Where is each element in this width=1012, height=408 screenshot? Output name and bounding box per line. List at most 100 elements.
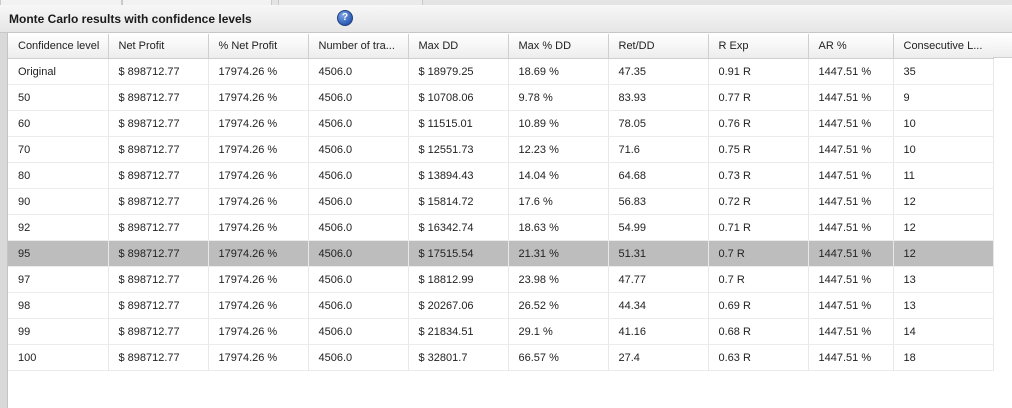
cell-ret-dd: 71.6 [608, 136, 709, 163]
cell-consecutive-losses: 10 [893, 136, 994, 163]
column-header-ar-percent[interactable]: AR % [808, 34, 894, 59]
cell-ar-percent: 1447.51 % [808, 188, 894, 215]
cell-net-profit: $ 898712.77 [108, 292, 209, 319]
cell-confidence-level: 60 [8, 110, 109, 137]
cell-confidence-level: 97 [8, 266, 109, 293]
table-row[interactable]: 50 $ 898712.77 17974.26 % 4506.0 $ 10708.06 9… [8, 84, 994, 111]
column-header-r-exp[interactable]: R Exp [708, 34, 809, 59]
column-header-max-dd[interactable]: Max DD [408, 34, 509, 59]
monte-carlo-panel: Monte Carlo results with confidence leve… [0, 0, 1012, 408]
cell-max-percent-dd: 66.57 % [508, 344, 609, 371]
cell-number-of-trades: 4506.0 [308, 136, 409, 163]
cell-confidence-level: 98 [8, 292, 109, 319]
table-row[interactable]: 92 $ 898712.77 17974.26 % 4506.0 $ 16342.74 1… [8, 214, 994, 241]
cell-percent-net-profit: 17974.26 % [208, 162, 309, 189]
cell-max-percent-dd: 23.98 % [508, 266, 609, 293]
cell-ret-dd: 54.99 [608, 214, 709, 241]
cell-r-exp: 0.91 R [708, 58, 809, 85]
cell-ar-percent: 1447.51 % [808, 214, 894, 241]
cell-net-profit: $ 898712.77 [108, 58, 209, 85]
cell-consecutive-losses: 11 [893, 162, 994, 189]
cell-net-profit: $ 898712.77 [108, 344, 209, 371]
cell-ar-percent: 1447.51 % [808, 240, 894, 267]
table-row[interactable]: 95 $ 898712.77 17974.26 % 4506.0 $ 17515.54 2… [8, 240, 994, 267]
cell-ret-dd: 51.31 [608, 240, 709, 267]
results-table-container: Confidence level Net Profit % Net Profit… [8, 34, 1012, 408]
column-header-percent-net-profit[interactable]: % Net Profit [208, 34, 309, 59]
table-row[interactable]: 90 $ 898712.77 17974.26 % 4506.0 $ 15814.72 1… [8, 188, 994, 215]
column-header-confidence-level[interactable]: Confidence level [8, 34, 109, 59]
cell-net-profit: $ 898712.77 [108, 136, 209, 163]
cell-confidence-level: 50 [8, 84, 109, 111]
cell-ar-percent: 1447.51 % [808, 344, 894, 371]
left-edge [0, 33, 8, 408]
table-row[interactable]: 100 $ 898712.77 17974.26 % 4506.0 $ 32801.7 6… [8, 344, 994, 371]
cell-number-of-trades: 4506.0 [308, 188, 409, 215]
column-header-consecutive-losses[interactable]: Consecutive L... [893, 34, 994, 59]
cell-number-of-trades: 4506.0 [308, 110, 409, 137]
cell-ret-dd: 56.83 [608, 188, 709, 215]
cell-r-exp: 0.75 R [708, 136, 809, 163]
cell-consecutive-losses: 13 [893, 292, 994, 319]
cell-max-percent-dd: 12.23 % [508, 136, 609, 163]
cell-percent-net-profit: 17974.26 % [208, 318, 309, 345]
table-row[interactable]: Original $ 898712.77 17974.26 % 4506.0 $ 189… [8, 58, 994, 85]
cell-ar-percent: 1447.51 % [808, 84, 894, 111]
cell-max-dd: $ 20267.06 [408, 292, 509, 319]
cell-max-dd: $ 16342.74 [408, 214, 509, 241]
cell-r-exp: 0.71 R [708, 214, 809, 241]
cell-percent-net-profit: 17974.26 % [208, 136, 309, 163]
cell-confidence-level: 90 [8, 188, 109, 215]
cell-max-dd: $ 12551.73 [408, 136, 509, 163]
table-header-row: Confidence level Net Profit % Net Profit… [8, 34, 994, 59]
help-icon[interactable]: ? [337, 10, 353, 26]
cell-consecutive-losses: 12 [893, 240, 994, 267]
cell-r-exp: 0.69 R [708, 292, 809, 319]
cell-max-dd: $ 13894.43 [408, 162, 509, 189]
column-header-ret-dd[interactable]: Ret/DD [608, 34, 709, 59]
cell-max-percent-dd: 17.6 % [508, 188, 609, 215]
cell-consecutive-losses: 12 [893, 214, 994, 241]
cell-max-dd: $ 17515.54 [408, 240, 509, 267]
cell-consecutive-losses: 18 [893, 344, 994, 371]
cell-ret-dd: 47.35 [608, 58, 709, 85]
panel-title: Monte Carlo results with confidence leve… [9, 12, 252, 26]
column-header-max-percent-dd[interactable]: Max % DD [508, 34, 609, 59]
cell-ret-dd: 47.77 [608, 266, 709, 293]
cell-number-of-trades: 4506.0 [308, 58, 409, 85]
cell-max-dd: $ 18979.25 [408, 58, 509, 85]
table-row[interactable]: 60 $ 898712.77 17974.26 % 4506.0 $ 11515.01 1… [8, 110, 994, 137]
cell-max-dd: $ 11515.01 [408, 110, 509, 137]
cell-percent-net-profit: 17974.26 % [208, 292, 309, 319]
cell-net-profit: $ 898712.77 [108, 110, 209, 137]
cell-r-exp: 0.7 R [708, 240, 809, 267]
cell-net-profit: $ 898712.77 [108, 266, 209, 293]
table-row[interactable]: 99 $ 898712.77 17974.26 % 4506.0 $ 21834.51 2… [8, 318, 994, 345]
table-row[interactable]: 98 $ 898712.77 17974.26 % 4506.0 $ 20267.06 2… [8, 292, 994, 319]
cell-percent-net-profit: 17974.26 % [208, 266, 309, 293]
cell-max-percent-dd: 18.69 % [508, 58, 609, 85]
cell-percent-net-profit: 17974.26 % [208, 344, 309, 371]
table-row[interactable]: 70 $ 898712.77 17974.26 % 4506.0 $ 12551.73 1… [8, 136, 994, 163]
table-row[interactable]: 97 $ 898712.77 17974.26 % 4506.0 $ 18812.99 2… [8, 266, 994, 293]
column-header-number-of-trades[interactable]: Number of tra... [308, 34, 409, 59]
cell-max-percent-dd: 9.78 % [508, 84, 609, 111]
cell-ar-percent: 1447.51 % [808, 266, 894, 293]
header-filler [993, 34, 1012, 58]
column-header-net-profit[interactable]: Net Profit [108, 34, 209, 59]
cell-consecutive-losses: 10 [893, 110, 994, 137]
table-row[interactable]: 80 $ 898712.77 17974.26 % 4506.0 $ 13894.43 1… [8, 162, 994, 189]
cell-max-dd: $ 10708.06 [408, 84, 509, 111]
cell-number-of-trades: 4506.0 [308, 162, 409, 189]
cell-max-percent-dd: 29.1 % [508, 318, 609, 345]
cell-confidence-level: 80 [8, 162, 109, 189]
cell-number-of-trades: 4506.0 [308, 344, 409, 371]
cell-confidence-level: 92 [8, 214, 109, 241]
cell-max-dd: $ 32801.7 [408, 344, 509, 371]
cell-max-dd: $ 15814.72 [408, 188, 509, 215]
cell-ar-percent: 1447.51 % [808, 110, 894, 137]
cell-confidence-level: Original [8, 58, 109, 85]
cell-number-of-trades: 4506.0 [308, 318, 409, 345]
cell-max-percent-dd: 18.63 % [508, 214, 609, 241]
results-table: Confidence level Net Profit % Net Profit… [8, 34, 994, 371]
